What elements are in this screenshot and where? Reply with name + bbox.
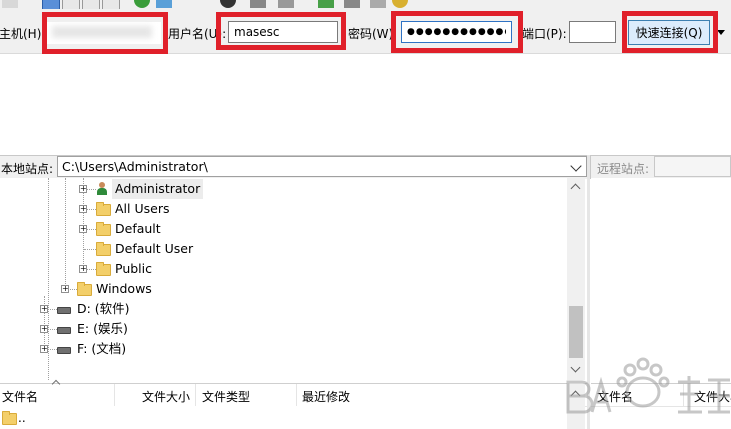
local-file-list-scrollbar[interactable] <box>567 383 585 429</box>
expand-icon[interactable]: + <box>79 205 87 213</box>
folder-icon <box>96 222 111 236</box>
column-header-filename[interactable]: 文件名 <box>597 388 633 405</box>
sync-browse-icon[interactable] <box>370 0 386 8</box>
drive-icon <box>57 347 71 354</box>
toggle-queue-icon[interactable] <box>102 0 120 9</box>
expand-icon[interactable]: + <box>61 285 69 293</box>
quickconnect-button[interactable]: 快速连接(Q) <box>628 20 710 45</box>
toggle-log-icon[interactable] <box>42 0 60 9</box>
scroll-up-arrow-icon[interactable] <box>570 390 581 401</box>
expand-icon[interactable]: + <box>40 345 48 353</box>
site-manager-icon[interactable] <box>2 0 18 8</box>
filter-icon[interactable] <box>318 0 334 8</box>
toggle-remote-tree-icon[interactable] <box>82 0 100 9</box>
tree-item-default[interactable]: + Default <box>0 219 567 239</box>
tree-item-public[interactable]: + Public <box>0 259 567 279</box>
process-queue-icon[interactable] <box>156 0 172 8</box>
column-header-filename[interactable]: 文件名 <box>2 388 38 405</box>
local-file-list: .. <box>0 406 567 429</box>
local-path-text: C:\Users\Administrator\ <box>62 159 208 174</box>
column-header-modified[interactable]: 最近修改 <box>302 388 350 405</box>
local-directory-tree: + Administrator + All Users + Default De… <box>0 178 567 380</box>
search-icon[interactable] <box>392 0 408 8</box>
remote-path-combobox[interactable] <box>654 156 731 177</box>
tree-item-drive-f[interactable]: + F: (文档) <box>0 339 567 359</box>
username-label: 用户名(U): <box>168 27 227 41</box>
file-name: .. <box>18 411 26 425</box>
tree-item-label: Administrator <box>112 179 204 199</box>
expand-icon[interactable]: + <box>79 265 87 273</box>
reconnect-icon[interactable] <box>278 0 294 8</box>
tree-item-administrator[interactable]: + Administrator <box>0 179 567 199</box>
password-input[interactable] <box>401 21 512 43</box>
port-label: 端口(P): <box>522 27 567 41</box>
tree-item-label: D: (软件) <box>77 301 130 316</box>
cancel-icon[interactable] <box>220 0 236 8</box>
refresh-icon[interactable] <box>134 0 150 8</box>
folder-icon <box>96 242 111 256</box>
column-header-filesize[interactable]: 文件大小 <box>694 388 731 405</box>
folder-icon <box>2 411 17 425</box>
port-input[interactable] <box>569 21 616 43</box>
column-header-filetype[interactable]: 文件类型 <box>202 388 250 405</box>
tree-item-drive-d[interactable]: + D: (软件) <box>0 299 567 319</box>
tree-item-drive-e[interactable]: + E: (娱乐) <box>0 319 567 339</box>
folder-icon <box>96 202 111 216</box>
local-site-label: 本地站点: <box>1 162 54 176</box>
local-tree-scroll-thumb[interactable] <box>569 306 583 358</box>
folder-icon <box>77 282 92 296</box>
expand-icon[interactable]: + <box>40 325 48 333</box>
file-row-parent[interactable]: .. <box>0 407 566 427</box>
remote-directory-tree <box>591 178 731 380</box>
remote-file-list-header: 文件名 文件大小 <box>591 383 731 407</box>
tree-item-label: Public <box>115 261 152 276</box>
disconnect-icon[interactable] <box>250 0 266 8</box>
chevron-down-icon <box>717 30 725 35</box>
folder-icon <box>96 262 111 276</box>
expand-icon[interactable]: + <box>40 305 48 313</box>
username-input[interactable] <box>228 21 338 43</box>
local-path-combobox[interactable]: C:\Users\Administrator\ <box>57 156 587 177</box>
quickconnect-history-dropdown[interactable] <box>714 23 728 43</box>
scroll-down-arrow-icon[interactable] <box>570 362 581 373</box>
tree-item-label: Default <box>115 221 161 236</box>
compare-icon[interactable] <box>344 0 360 8</box>
tree-item-label: All Users <box>115 201 170 216</box>
message-log[interactable] <box>0 54 731 153</box>
password-label: 密码(W): <box>348 27 398 41</box>
tree-item-windows[interactable]: + Windows <box>0 279 567 299</box>
sort-ascending-icon <box>51 379 61 389</box>
tree-item-all-users[interactable]: + All Users <box>0 199 567 219</box>
column-header-filesize[interactable]: 文件大小 <box>142 388 190 405</box>
tree-item-label: Windows <box>96 281 152 296</box>
toggle-local-tree-icon[interactable] <box>62 0 80 9</box>
tree-item-default-user[interactable]: Default User <box>0 239 567 259</box>
chevron-down-icon[interactable] <box>570 160 582 172</box>
drive-icon <box>57 327 71 334</box>
local-file-list-header: 文件名 文件大小 文件类型 最近修改 <box>0 379 587 407</box>
quickconnect-bar: 主机(H): 用户名(U): 密码(W): 端口(P): 快速连接(Q) <box>0 9 731 54</box>
tree-item-label: F: (文档) <box>77 341 127 356</box>
user-folder-icon <box>96 182 108 196</box>
tree-item-label: E: (娱乐) <box>77 321 128 336</box>
drive-icon <box>57 307 71 314</box>
remote-site-label: 远程站点: <box>597 162 650 176</box>
expand-icon[interactable]: + <box>79 185 87 193</box>
toolbar <box>0 0 731 9</box>
tree-item-label: Default User <box>115 241 194 256</box>
expand-icon[interactable]: + <box>79 225 87 233</box>
scroll-up-arrow-icon[interactable] <box>570 183 581 194</box>
host-redacted-blur <box>52 26 152 38</box>
pane-splitter[interactable] <box>587 155 590 429</box>
host-label: 主机(H): <box>0 27 46 41</box>
